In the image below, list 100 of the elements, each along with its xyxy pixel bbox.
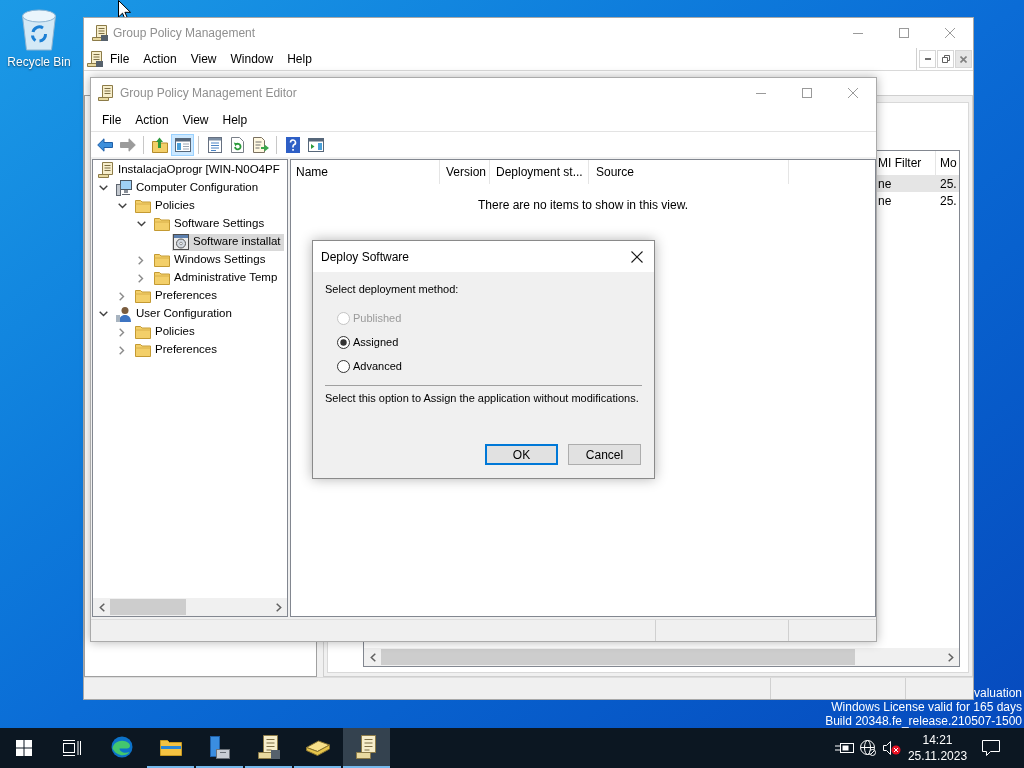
close-button[interactable]	[955, 50, 972, 68]
menu-item[interactable]: View	[183, 48, 224, 70]
folder-icon	[135, 288, 151, 304]
tree-item[interactable]: Preferences	[134, 341, 220, 359]
folder-icon	[135, 342, 151, 358]
maximize-icon	[899, 28, 909, 38]
book-icon	[305, 738, 330, 756]
recycle-bin-icon[interactable]	[21, 9, 57, 51]
tree-item[interactable]: Policies	[134, 323, 198, 341]
horizontal-scrollbar[interactable]	[364, 648, 959, 666]
chevron-down-icon[interactable]	[136, 221, 146, 227]
close-icon	[960, 55, 967, 63]
speaker-muted-icon[interactable]	[883, 741, 901, 755]
menu-item[interactable]: View	[175, 108, 216, 131]
tree-item[interactable]: Software Settings	[153, 215, 268, 233]
scroll-icon[interactable]	[87, 51, 103, 67]
folder-icon	[154, 252, 170, 268]
close-icon	[945, 28, 955, 38]
window-title: Group Policy Management Editor	[120, 85, 297, 102]
menu-item[interactable]: File	[103, 48, 137, 70]
scrollbar-thumb[interactable]	[381, 649, 855, 665]
chevron-right-icon[interactable]	[138, 255, 144, 265]
table-cell-text: 25.	[939, 192, 958, 209]
radio-button[interactable]	[337, 336, 350, 349]
desktop-text: Windows License valid for 165 days	[831, 700, 1022, 714]
task-view-icon	[63, 740, 81, 756]
dialog-button[interactable]: OK	[485, 444, 558, 465]
table-cell-text: 25.	[939, 175, 958, 192]
close-icon	[631, 250, 643, 263]
chevron-right-icon[interactable]	[119, 345, 125, 355]
window-title: Group Policy Management	[113, 25, 256, 42]
menu-item[interactable]: Window	[223, 48, 281, 70]
menu-item[interactable]: Action	[128, 108, 176, 131]
folder-icon	[135, 324, 151, 340]
desktop-text: valuation	[973, 686, 1022, 700]
table-row[interactable]: ne 25.	[877, 175, 959, 192]
clock-date[interactable]: 25.11.2023	[907, 749, 968, 763]
tree-item[interactable]: Windows Settings	[153, 251, 269, 269]
folder-icon	[154, 216, 170, 232]
radio-label[interactable]: Assigned	[353, 336, 399, 349]
option-description: Select this option to Assign the application without modifications.	[325, 392, 640, 405]
globe-icon[interactable]	[860, 740, 876, 756]
column-header[interactable]: Mo	[936, 151, 959, 175]
tree-item[interactable]: Software installat	[172, 233, 284, 251]
column-header[interactable]: Name	[291, 160, 440, 184]
scroll-icon	[92, 25, 108, 41]
browser-icon	[110, 736, 133, 758]
chevron-down-icon[interactable]	[98, 311, 108, 317]
scroll-icon	[98, 85, 114, 101]
empty-message: There are no items to show in this view.	[476, 197, 690, 214]
computer-icon	[116, 180, 132, 196]
windows-logo-icon	[16, 740, 32, 756]
tree-item[interactable]: User Configuration	[115, 305, 235, 323]
folder-icon	[135, 198, 151, 214]
column-header[interactable]: Version	[440, 160, 490, 184]
folder-icon	[154, 270, 170, 286]
radio-label[interactable]: Advanced	[353, 360, 402, 373]
server-toolbox-icon	[209, 735, 230, 759]
minimize-icon	[853, 32, 863, 34]
folder-icon	[159, 738, 182, 756]
chevron-right-icon[interactable]	[119, 291, 125, 301]
minimize-icon	[924, 58, 931, 60]
tree-item[interactable]: Preferences	[134, 287, 220, 305]
minimize-button[interactable]	[919, 50, 936, 68]
menu-item[interactable]: Help	[215, 108, 255, 131]
restore-icon	[941, 55, 950, 63]
dialog-title: Deploy Software	[321, 248, 410, 266]
radio-button[interactable]	[337, 360, 350, 373]
close-icon	[848, 88, 858, 98]
scroll-icon	[355, 735, 378, 759]
tree-item[interactable]: Computer Configuration	[115, 179, 262, 197]
tree-item[interactable]: Administrative Temp	[153, 269, 281, 287]
column-header[interactable]: Deployment st...	[490, 160, 589, 184]
chevron-right-icon[interactable]	[119, 327, 125, 337]
restore-button[interactable]	[937, 50, 954, 68]
chevron-right-icon[interactable]	[138, 273, 144, 283]
menu-item[interactable]: Help	[280, 48, 319, 70]
user-icon	[116, 306, 132, 322]
menu-item[interactable]: File	[95, 108, 129, 131]
chevron-down-icon[interactable]	[117, 203, 127, 209]
power-plug-icon[interactable]	[834, 742, 854, 754]
clock-time[interactable]: 14:21	[922, 733, 953, 747]
dialog-button[interactable]: Cancel	[568, 444, 641, 465]
table-cell-text: ne	[877, 192, 893, 209]
scroll-icon	[98, 162, 114, 178]
tree-item[interactable]: Policies	[134, 197, 198, 215]
prompt-text: Select deployment method:	[325, 283, 460, 296]
notification-icon	[982, 740, 1000, 756]
chevron-down-icon[interactable]	[98, 185, 108, 191]
scrollbar-thumb[interactable]	[110, 599, 186, 615]
menu-item[interactable]: Action	[136, 48, 184, 70]
table-cell-text: ne	[877, 175, 893, 192]
minimize-icon	[756, 92, 766, 94]
taskbar-button[interactable]	[343, 728, 390, 768]
scroll-icon	[257, 735, 280, 759]
column-header[interactable]: Source	[589, 160, 789, 184]
horizontal-scrollbar[interactable]	[93, 598, 287, 616]
tree-item[interactable]: InstalacjaOprogr [WIN-N0O4PF	[97, 161, 283, 179]
maximize-icon	[802, 88, 812, 98]
desktop-text: Build 20348.fe_release.210507-1500	[825, 714, 1022, 728]
